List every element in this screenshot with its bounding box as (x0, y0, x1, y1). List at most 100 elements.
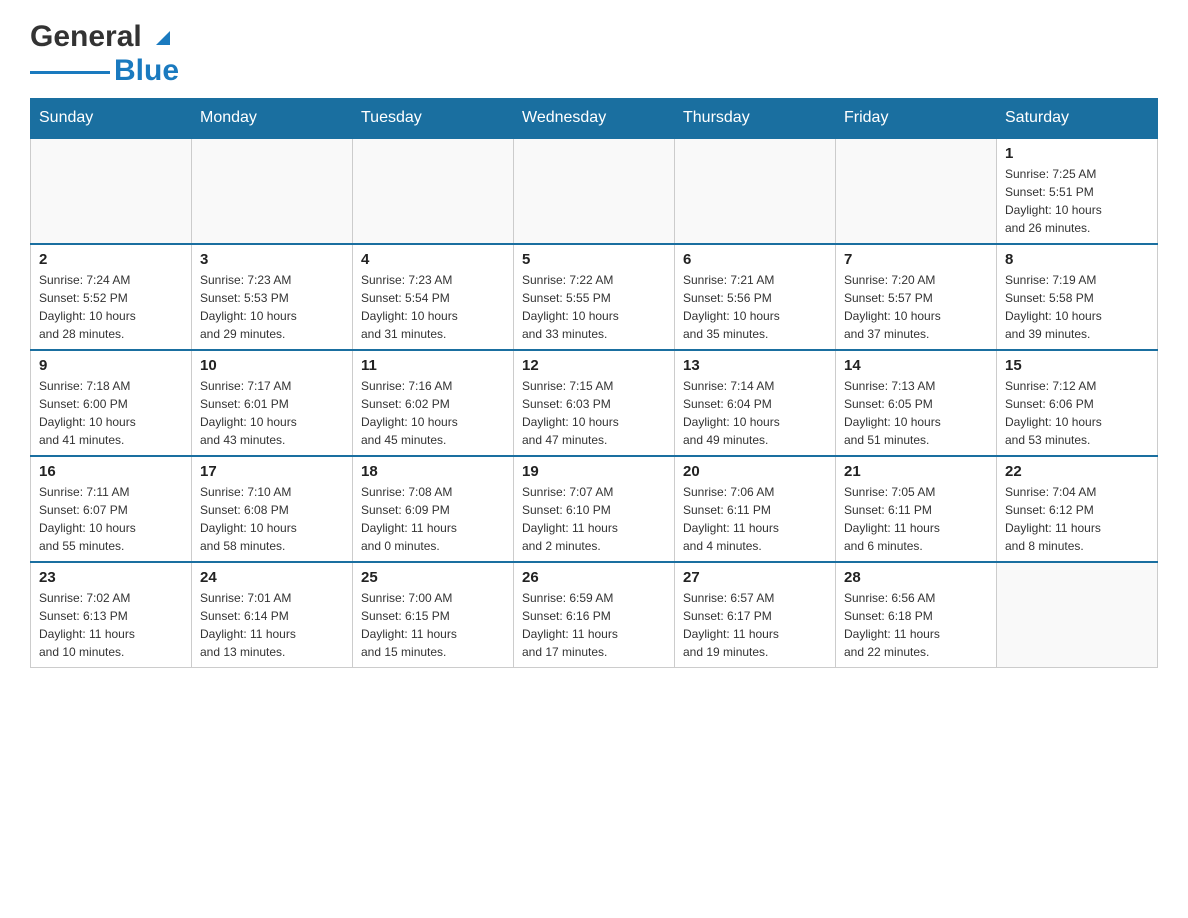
day-info: Sunrise: 7:02 AM Sunset: 6:13 PM Dayligh… (39, 589, 183, 661)
calendar-cell: 13Sunrise: 7:14 AM Sunset: 6:04 PM Dayli… (675, 350, 836, 456)
weekday-header-thursday: Thursday (675, 99, 836, 139)
weekday-header-friday: Friday (836, 99, 997, 139)
day-info: Sunrise: 7:16 AM Sunset: 6:02 PM Dayligh… (361, 377, 505, 449)
weekday-header-monday: Monday (192, 99, 353, 139)
day-number: 6 (683, 251, 827, 268)
calendar-cell: 5 Sunrise: 7:22 AM Sunset: 5:55 PM Daylig… (514, 244, 675, 350)
day-info: Sunrise: 6:59 AM Sunset: 6:16 PM Dayligh… (522, 589, 666, 661)
calendar-week-row: 16 Sunrise: 7:11 AM Sunset: 6:07 PM Dayli… (31, 456, 1158, 562)
calendar-cell: 22Sunrise: 7:04 AM Sunset: 6:12 PM Dayli… (997, 456, 1158, 562)
day-number: 14 (844, 357, 988, 374)
day-number: 23 (39, 569, 183, 586)
day-info: Sunrise: 7:21 AM Sunset: 5:56 PM Dayligh… (683, 271, 827, 343)
logo: General Blue (30, 20, 179, 88)
calendar-cell: 17 Sunrise: 7:10 AM Sunset: 6:08 PM Dayli… (192, 456, 353, 562)
day-info: Sunrise: 7:25 AM Sunset: 5:51 PM Dayligh… (1005, 165, 1149, 237)
calendar-cell: 28 Sunrise: 6:56 AM Sunset: 6:18 PM Dayli… (836, 562, 997, 668)
logo-blue: Blue (114, 54, 179, 88)
calendar-cell: 25 Sunrise: 7:00 AM Sunset: 6:15 PM Dayli… (353, 562, 514, 668)
day-number: 24 (200, 569, 344, 586)
calendar-cell (675, 138, 836, 244)
day-number: 4 (361, 251, 505, 268)
day-number: 2 (39, 251, 183, 268)
day-number: 12 (522, 357, 666, 374)
calendar-cell (997, 562, 1158, 668)
calendar-cell: 3 Sunrise: 7:23 AM Sunset: 5:53 PM Daylig… (192, 244, 353, 350)
day-number: 26 (522, 569, 666, 586)
day-info: Sunrise: 7:06 AM Sunset: 6:11 PM Dayligh… (683, 483, 827, 555)
calendar-cell: 16 Sunrise: 7:11 AM Sunset: 6:07 PM Dayli… (31, 456, 192, 562)
day-number: 8 (1005, 251, 1149, 268)
day-info: Sunrise: 7:17 AM Sunset: 6:01 PM Dayligh… (200, 377, 344, 449)
day-number: 7 (844, 251, 988, 268)
day-number: 27 (683, 569, 827, 586)
day-number: 25 (361, 569, 505, 586)
calendar-cell: 10 Sunrise: 7:17 AM Sunset: 6:01 PM Dayli… (192, 350, 353, 456)
calendar-cell: 11 Sunrise: 7:16 AM Sunset: 6:02 PM Dayli… (353, 350, 514, 456)
calendar-cell: 19 Sunrise: 7:07 AM Sunset: 6:10 PM Dayli… (514, 456, 675, 562)
weekday-header-saturday: Saturday (997, 99, 1158, 139)
calendar-cell (353, 138, 514, 244)
calendar-cell (31, 138, 192, 244)
calendar-table: SundayMondayTuesdayWednesdayThursdayFrid… (30, 98, 1158, 668)
calendar-cell: 27 Sunrise: 6:57 AM Sunset: 6:17 PM Dayli… (675, 562, 836, 668)
day-number: 18 (361, 463, 505, 480)
day-number: 15 (1005, 357, 1149, 374)
day-number: 3 (200, 251, 344, 268)
day-info: Sunrise: 7:11 AM Sunset: 6:07 PM Dayligh… (39, 483, 183, 555)
calendar-cell: 14 Sunrise: 7:13 AM Sunset: 6:05 PM Dayli… (836, 350, 997, 456)
calendar-cell: 20 Sunrise: 7:06 AM Sunset: 6:11 PM Dayli… (675, 456, 836, 562)
calendar-week-row: 9 Sunrise: 7:18 AM Sunset: 6:00 PM Daylig… (31, 350, 1158, 456)
day-number: 20 (683, 463, 827, 480)
calendar-cell: 23 Sunrise: 7:02 AM Sunset: 6:13 PM Dayli… (31, 562, 192, 668)
day-number: 28 (844, 569, 988, 586)
day-info: Sunrise: 7:08 AM Sunset: 6:09 PM Dayligh… (361, 483, 505, 555)
calendar-cell (514, 138, 675, 244)
day-info: Sunrise: 7:24 AM Sunset: 5:52 PM Dayligh… (39, 271, 183, 343)
calendar-cell: 26 Sunrise: 6:59 AM Sunset: 6:16 PM Dayli… (514, 562, 675, 668)
day-info: Sunrise: 7:19 AM Sunset: 5:58 PM Dayligh… (1005, 271, 1149, 343)
calendar-cell: 18 Sunrise: 7:08 AM Sunset: 6:09 PM Dayli… (353, 456, 514, 562)
day-number: 10 (200, 357, 344, 374)
day-number: 13 (683, 357, 827, 374)
calendar-cell: 12 Sunrise: 7:15 AM Sunset: 6:03 PM Dayli… (514, 350, 675, 456)
calendar-cell: 6 Sunrise: 7:21 AM Sunset: 5:56 PM Daylig… (675, 244, 836, 350)
day-number: 19 (522, 463, 666, 480)
calendar-cell: 9 Sunrise: 7:18 AM Sunset: 6:00 PM Daylig… (31, 350, 192, 456)
day-info: Sunrise: 7:20 AM Sunset: 5:57 PM Dayligh… (844, 271, 988, 343)
day-number: 22 (1005, 463, 1149, 480)
day-info: Sunrise: 6:57 AM Sunset: 6:17 PM Dayligh… (683, 589, 827, 661)
calendar-cell (836, 138, 997, 244)
calendar-week-row: 2 Sunrise: 7:24 AM Sunset: 5:52 PM Daylig… (31, 244, 1158, 350)
day-info: Sunrise: 7:22 AM Sunset: 5:55 PM Dayligh… (522, 271, 666, 343)
day-info: Sunrise: 7:12 AM Sunset: 6:06 PM Dayligh… (1005, 377, 1149, 449)
day-number: 17 (200, 463, 344, 480)
calendar-week-row: 1 Sunrise: 7:25 AM Sunset: 5:51 PM Daylig… (31, 138, 1158, 244)
weekday-header-row: SundayMondayTuesdayWednesdayThursdayFrid… (31, 99, 1158, 139)
day-number: 5 (522, 251, 666, 268)
logo-text: General (30, 20, 174, 54)
day-info: Sunrise: 7:05 AM Sunset: 6:11 PM Dayligh… (844, 483, 988, 555)
weekday-header-tuesday: Tuesday (353, 99, 514, 139)
day-info: Sunrise: 7:23 AM Sunset: 5:54 PM Dayligh… (361, 271, 505, 343)
day-number: 11 (361, 357, 505, 374)
day-info: Sunrise: 7:13 AM Sunset: 6:05 PM Dayligh… (844, 377, 988, 449)
calendar-cell: 4 Sunrise: 7:23 AM Sunset: 5:54 PM Daylig… (353, 244, 514, 350)
day-info: Sunrise: 7:15 AM Sunset: 6:03 PM Dayligh… (522, 377, 666, 449)
day-info: Sunrise: 7:18 AM Sunset: 6:00 PM Dayligh… (39, 377, 183, 449)
weekday-header-sunday: Sunday (31, 99, 192, 139)
calendar-cell: 15 Sunrise: 7:12 AM Sunset: 6:06 PM Dayli… (997, 350, 1158, 456)
calendar-cell (192, 138, 353, 244)
day-info: Sunrise: 6:56 AM Sunset: 6:18 PM Dayligh… (844, 589, 988, 661)
calendar-cell: 7 Sunrise: 7:20 AM Sunset: 5:57 PM Daylig… (836, 244, 997, 350)
day-number: 9 (39, 357, 183, 374)
day-info: Sunrise: 7:00 AM Sunset: 6:15 PM Dayligh… (361, 589, 505, 661)
day-number: 21 (844, 463, 988, 480)
calendar-week-row: 23 Sunrise: 7:02 AM Sunset: 6:13 PM Dayli… (31, 562, 1158, 668)
calendar-cell: 24Sunrise: 7:01 AM Sunset: 6:14 PM Dayli… (192, 562, 353, 668)
day-number: 1 (1005, 145, 1149, 162)
day-number: 16 (39, 463, 183, 480)
day-info: Sunrise: 7:10 AM Sunset: 6:08 PM Dayligh… (200, 483, 344, 555)
day-info: Sunrise: 7:23 AM Sunset: 5:53 PM Dayligh… (200, 271, 344, 343)
day-info: Sunrise: 7:07 AM Sunset: 6:10 PM Dayligh… (522, 483, 666, 555)
